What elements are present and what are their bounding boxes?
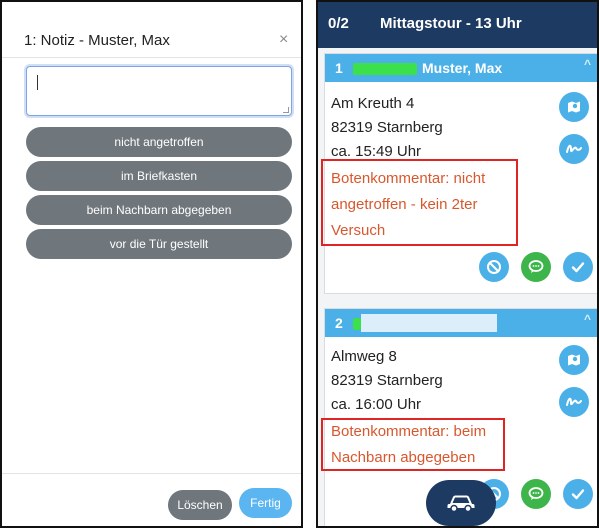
close-icon[interactable]: ×: [279, 31, 288, 49]
quick-note-doorstep-button[interactable]: vor die Tür gestellt: [26, 229, 292, 259]
car-icon[interactable]: [426, 480, 496, 526]
dialog-footer-divider: [2, 473, 301, 474]
checkmark-icon[interactable]: [563, 252, 593, 282]
comment-highlight-box: [321, 418, 505, 471]
tour-panel: 0/2 Mittagstour - 13 Uhr 1 Muster, Max ^…: [316, 0, 599, 528]
map-pin-icon[interactable]: [559, 345, 589, 375]
redaction-mark: [353, 318, 361, 330]
dialog-title: 1: Notiz - Muster, Max: [24, 32, 170, 49]
signature-icon[interactable]: [559, 387, 589, 417]
tour-header: 0/2 Mittagstour - 13 Uhr: [318, 2, 597, 48]
quick-note-not-found-button[interactable]: nicht angetroffen: [26, 127, 292, 157]
map-pin-icon[interactable]: [559, 92, 589, 122]
note-textarea[interactable]: [26, 66, 292, 116]
redaction-mark: [361, 314, 497, 332]
stop-number: 1: [335, 60, 343, 76]
resize-grip-icon[interactable]: [283, 107, 289, 113]
stop-card-header[interactable]: 2 ^: [325, 309, 597, 337]
note-dialog: 1: Notiz - Muster, Max × nicht angetroff…: [0, 0, 303, 528]
quick-note-neighbor-button[interactable]: beim Nachbarn abgegeben: [26, 195, 292, 225]
tour-progress-count: 0/2: [328, 15, 349, 32]
cancel-circle-icon[interactable]: [479, 252, 509, 282]
address-street: Almweg 8: [331, 348, 397, 365]
customer-name: Muster, Max: [422, 60, 503, 76]
dialog-header-divider: [2, 57, 301, 58]
quick-note-mailbox-button[interactable]: im Briefkasten: [26, 161, 292, 191]
done-button[interactable]: Fertig: [239, 488, 292, 518]
comment-highlight-box: [321, 159, 518, 246]
address-city: 82319 Starnberg: [331, 372, 443, 389]
stop-card-header[interactable]: 1 Muster, Max ^: [325, 54, 597, 82]
tour-title: Mittagstour - 13 Uhr: [380, 15, 522, 32]
address-city: 82319 Starnberg: [331, 119, 443, 136]
redaction-mark: [353, 63, 417, 75]
chat-bubble-icon[interactable]: [521, 479, 551, 509]
stop-number: 2: [335, 315, 343, 331]
delete-button[interactable]: Löschen: [168, 490, 232, 520]
text-caret: [37, 75, 38, 90]
checkmark-icon[interactable]: [563, 479, 593, 509]
chat-bubble-icon[interactable]: [521, 252, 551, 282]
signature-icon[interactable]: [559, 134, 589, 164]
eta-time: ca. 16:00 Uhr: [331, 396, 422, 413]
address-street: Am Kreuth 4: [331, 95, 415, 112]
chevron-up-icon[interactable]: ^: [584, 57, 591, 71]
chevron-up-icon[interactable]: ^: [584, 312, 591, 326]
